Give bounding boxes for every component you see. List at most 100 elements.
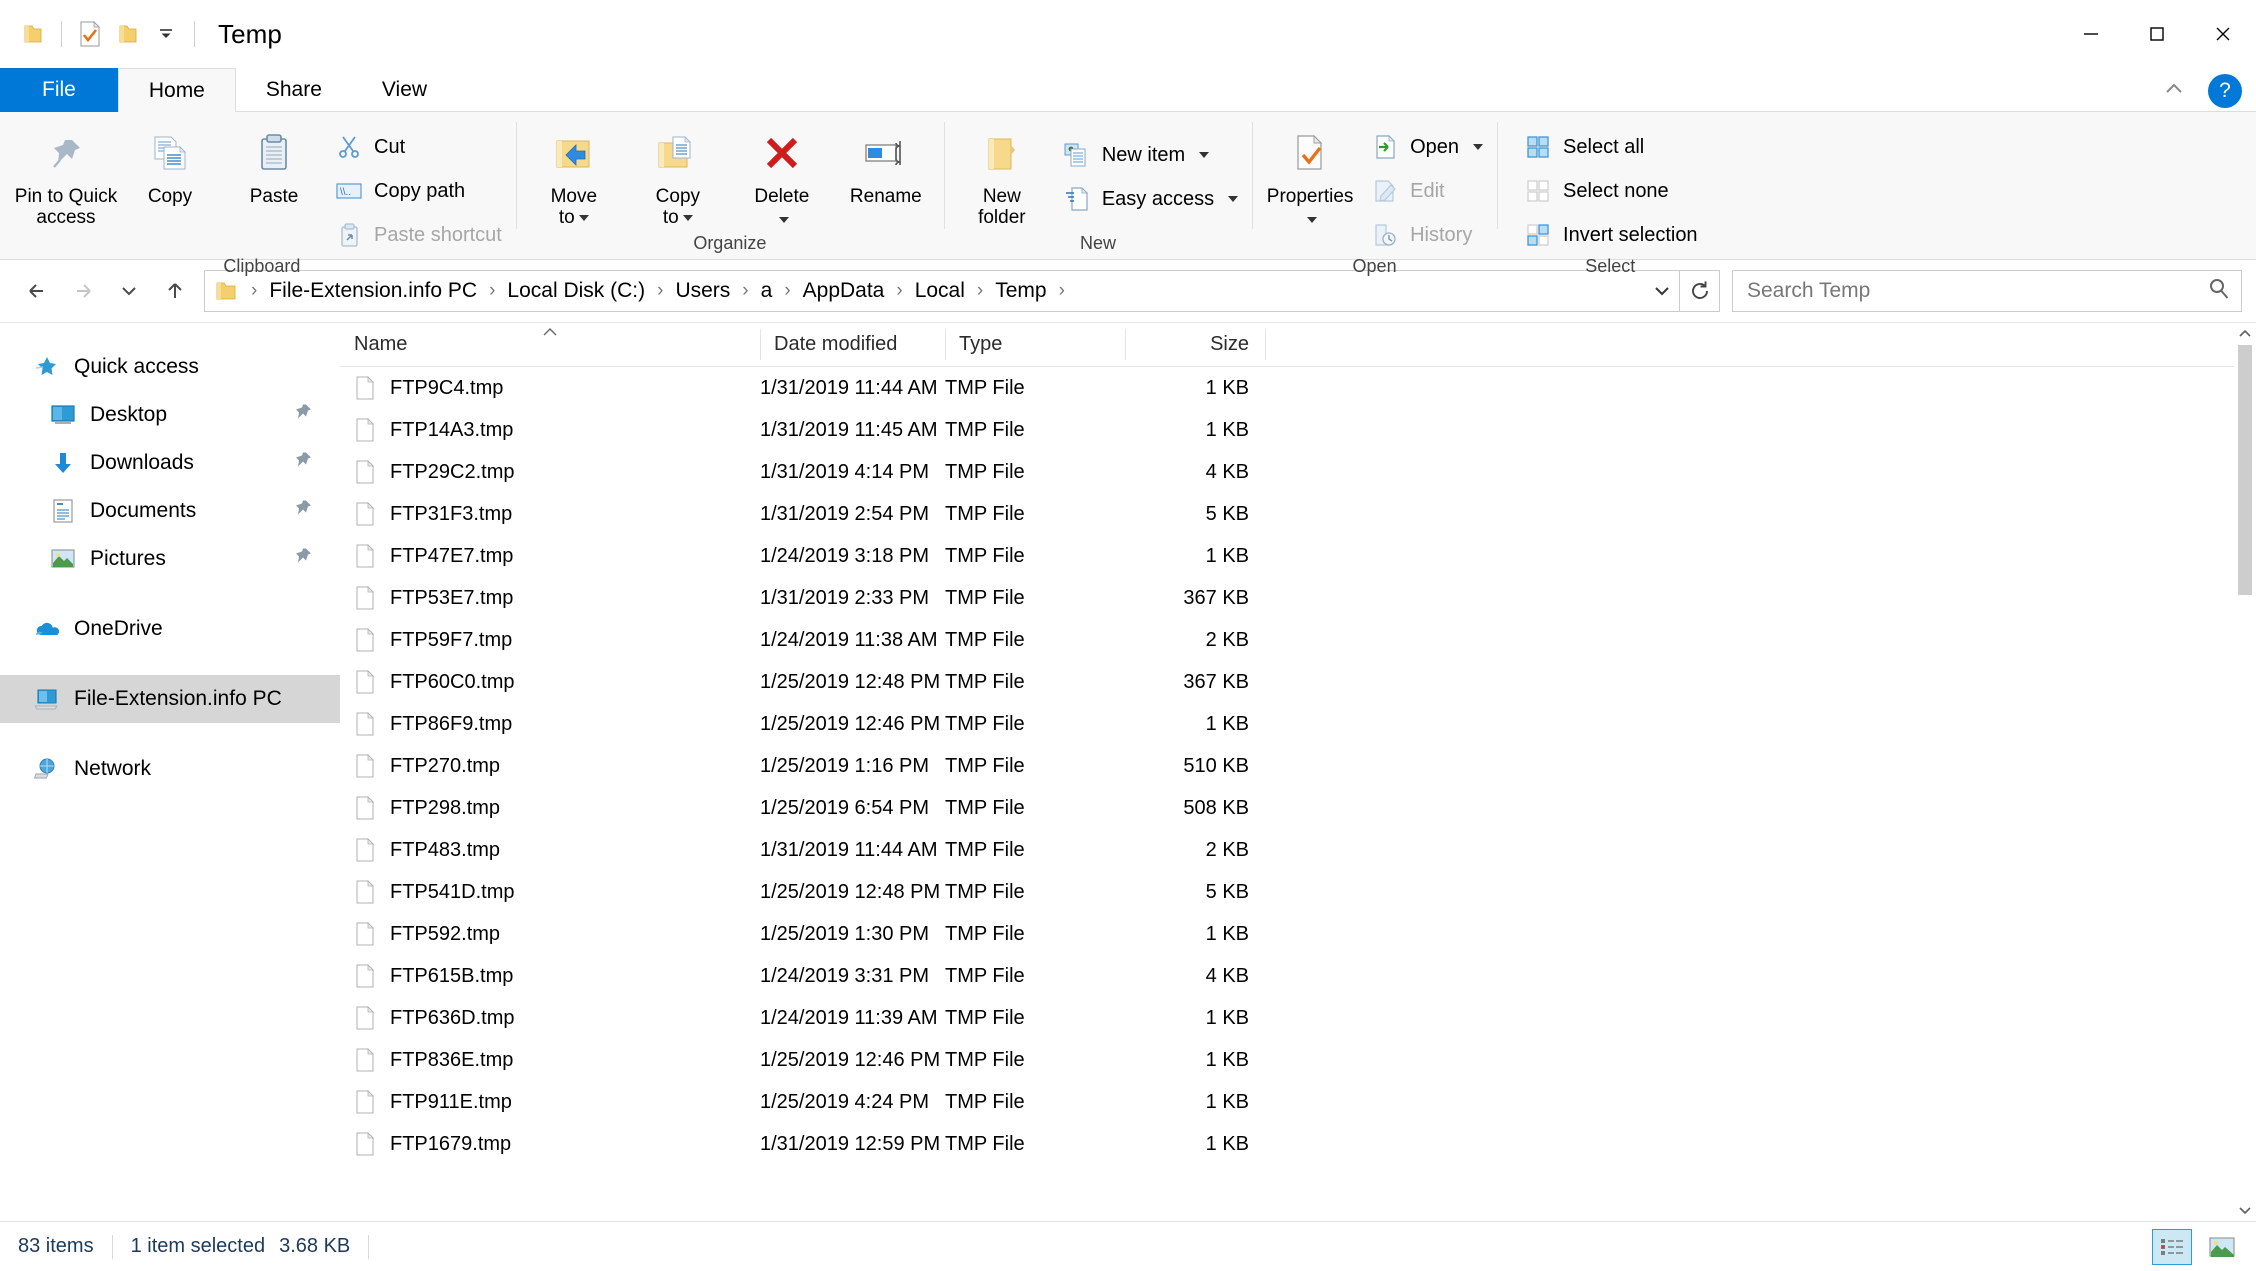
breadcrumb-item-2[interactable]: Users	[673, 279, 732, 303]
copy-path-button[interactable]: \\.. Copy path	[326, 170, 510, 212]
column-header-date-modified[interactable]: Date modified	[760, 323, 945, 366]
file-name-cell[interactable]: FTP86F9.tmp	[340, 712, 760, 736]
minimize-button[interactable]	[2058, 0, 2124, 68]
delete-button[interactable]: Delete	[730, 120, 834, 229]
breadcrumb-item-4[interactable]: AppData	[801, 279, 887, 303]
select-all-button[interactable]: Select all	[1515, 126, 1706, 168]
table-row[interactable]: FTP636D.tmp 1/24/2019 11:39 AM TMP File 1 K…	[340, 997, 2256, 1039]
table-row[interactable]: FTP14A3.tmp 1/31/2019 11:45 AM TMP File 1 K…	[340, 409, 2256, 451]
file-name-cell[interactable]: FTP9C4.tmp	[340, 376, 760, 400]
table-row[interactable]: FTP86F9.tmp 1/25/2019 12:46 PM TMP File 1 K…	[340, 703, 2256, 745]
pin-icon[interactable]	[292, 402, 314, 429]
tab-share[interactable]: Share	[236, 68, 352, 112]
column-header-size[interactable]: Size	[1125, 323, 1265, 366]
table-row[interactable]: FTP60C0.tmp 1/25/2019 12:48 PM TMP File 367…	[340, 661, 2256, 703]
invert-selection-button[interactable]: Invert selection	[1515, 214, 1706, 256]
search-box[interactable]	[1732, 270, 2242, 312]
open-caret-icon[interactable]	[1473, 144, 1484, 150]
copy-to-caret-icon[interactable]	[682, 214, 693, 221]
easy-access-caret-icon[interactable]	[1228, 196, 1239, 202]
file-name-cell[interactable]: FTP31F3.tmp	[340, 502, 760, 526]
table-row[interactable]: FTP270.tmp 1/25/2019 1:16 PM TMP File 510 K…	[340, 745, 2256, 787]
table-row[interactable]: FTP1679.tmp 1/31/2019 12:59 PM TMP File 1 K…	[340, 1123, 2256, 1165]
copy-to-button[interactable]: Copy to	[626, 120, 730, 229]
tab-view[interactable]: View	[352, 68, 457, 112]
file-name-cell[interactable]: FTP29C2.tmp	[340, 460, 760, 484]
file-name-cell[interactable]: FTP592.tmp	[340, 922, 760, 946]
collapse-ribbon-icon[interactable]	[2160, 79, 2188, 104]
file-name-cell[interactable]: FTP59F7.tmp	[340, 628, 760, 652]
properties-caret-icon[interactable]	[1307, 217, 1318, 224]
paste-button[interactable]: Paste	[222, 120, 326, 207]
search-icon[interactable]	[2207, 277, 2231, 306]
move-to-button[interactable]: Move to	[522, 120, 626, 229]
qat-new-folder-icon[interactable]	[109, 15, 147, 53]
column-header-name[interactable]: Name	[340, 323, 760, 366]
sidebar-item-pictures[interactable]: Pictures	[0, 535, 340, 583]
breadcrumb-item-3[interactable]: a	[759, 279, 775, 303]
qat-properties-icon[interactable]	[71, 15, 109, 53]
file-name-cell[interactable]: FTP60C0.tmp	[340, 670, 760, 694]
file-name-cell[interactable]: FTP636D.tmp	[340, 1006, 760, 1030]
cut-button[interactable]: Cut	[326, 126, 510, 168]
history-button[interactable]: History	[1362, 214, 1491, 256]
table-row[interactable]: FTP483.tmp 1/31/2019 11:44 AM TMP File 2 KB	[340, 829, 2256, 871]
sidebar-item-quick-access[interactable]: Quick access	[0, 343, 340, 391]
new-folder-button[interactable]: New folder	[950, 120, 1054, 229]
help-button[interactable]: ?	[2208, 74, 2242, 108]
file-name-cell[interactable]: FTP483.tmp	[340, 838, 760, 862]
file-list[interactable]: FTP9C4.tmp 1/31/2019 11:44 AM TMP File 1 KB…	[340, 367, 2256, 1221]
sidebar-item-onedrive[interactable]: OneDrive	[0, 605, 340, 653]
details-view-button[interactable]	[2152, 1229, 2192, 1265]
breadcrumb-item-5[interactable]: Local	[913, 279, 967, 303]
scrollbar-track[interactable]	[2234, 345, 2256, 1199]
file-name-cell[interactable]: FTP541D.tmp	[340, 880, 760, 904]
file-name-cell[interactable]: FTP270.tmp	[340, 754, 760, 778]
pin-to-quick-access-button[interactable]: Pin to Quick access	[14, 120, 118, 229]
table-row[interactable]: FTP541D.tmp 1/25/2019 12:48 PM TMP File 5 K…	[340, 871, 2256, 913]
table-row[interactable]: FTP47E7.tmp 1/24/2019 3:18 PM TMP File 1 KB	[340, 535, 2256, 577]
breadcrumb-item-1[interactable]: Local Disk (C:)	[505, 279, 647, 303]
search-input[interactable]	[1747, 279, 2207, 303]
table-row[interactable]: FTP31F3.tmp 1/31/2019 2:54 PM TMP File 5 KB	[340, 493, 2256, 535]
new-item-caret-icon[interactable]	[1199, 152, 1210, 158]
table-row[interactable]: FTP592.tmp 1/25/2019 1:30 PM TMP File 1 KB	[340, 913, 2256, 955]
scroll-down-button[interactable]	[2234, 1199, 2256, 1221]
new-item-button[interactable]: New item	[1054, 134, 1246, 176]
pin-icon[interactable]	[292, 546, 314, 573]
table-row[interactable]: FTP298.tmp 1/25/2019 6:54 PM TMP File 508 K…	[340, 787, 2256, 829]
sidebar-item-desktop[interactable]: Desktop	[0, 391, 340, 439]
table-row[interactable]: FTP29C2.tmp 1/31/2019 4:14 PM TMP File 4 KB	[340, 451, 2256, 493]
pin-icon[interactable]	[292, 498, 314, 525]
paste-shortcut-button[interactable]: Paste shortcut	[326, 214, 510, 256]
vertical-scrollbar[interactable]	[2234, 323, 2256, 1221]
easy-access-button[interactable]: Easy access	[1054, 178, 1246, 220]
file-name-cell[interactable]: FTP1679.tmp	[340, 1132, 760, 1156]
table-row[interactable]: FTP53E7.tmp 1/31/2019 2:33 PM TMP File 367 …	[340, 577, 2256, 619]
table-row[interactable]: FTP9C4.tmp 1/31/2019 11:44 AM TMP File 1 KB	[340, 367, 2256, 409]
tab-home[interactable]: Home	[117, 68, 236, 112]
close-button[interactable]	[2190, 0, 2256, 68]
table-row[interactable]: FTP911E.tmp 1/25/2019 4:24 PM TMP File 1 KB	[340, 1081, 2256, 1123]
qat-folder-icon[interactable]	[14, 15, 52, 53]
table-row[interactable]: FTP836E.tmp 1/25/2019 12:46 PM TMP File 1 K…	[340, 1039, 2256, 1081]
select-none-button[interactable]: Select none	[1515, 170, 1706, 212]
scroll-up-button[interactable]	[2234, 323, 2256, 345]
move-to-caret-icon[interactable]	[578, 214, 589, 221]
edit-button[interactable]: Edit	[1362, 170, 1491, 212]
properties-button[interactable]: Properties	[1258, 120, 1362, 229]
rename-button[interactable]: Rename	[834, 120, 938, 207]
file-name-cell[interactable]: FTP53E7.tmp	[340, 586, 760, 610]
file-name-cell[interactable]: FTP47E7.tmp	[340, 544, 760, 568]
open-button[interactable]: Open	[1362, 126, 1491, 168]
column-header-type[interactable]: Type	[945, 323, 1125, 366]
delete-caret-icon[interactable]	[778, 217, 789, 224]
maximize-button[interactable]	[2124, 0, 2190, 68]
sidebar-item-this-pc[interactable]: File-Extension.info PC	[0, 675, 340, 723]
file-name-cell[interactable]: FTP298.tmp	[340, 796, 760, 820]
sidebar-item-downloads[interactable]: Downloads	[0, 439, 340, 487]
breadcrumb-item-0[interactable]: File-Extension.info PC	[267, 279, 479, 303]
scrollbar-thumb[interactable]	[2238, 345, 2252, 595]
sidebar-item-documents[interactable]: Documents	[0, 487, 340, 535]
table-row[interactable]: FTP59F7.tmp 1/24/2019 11:38 AM TMP File 2 K…	[340, 619, 2256, 661]
